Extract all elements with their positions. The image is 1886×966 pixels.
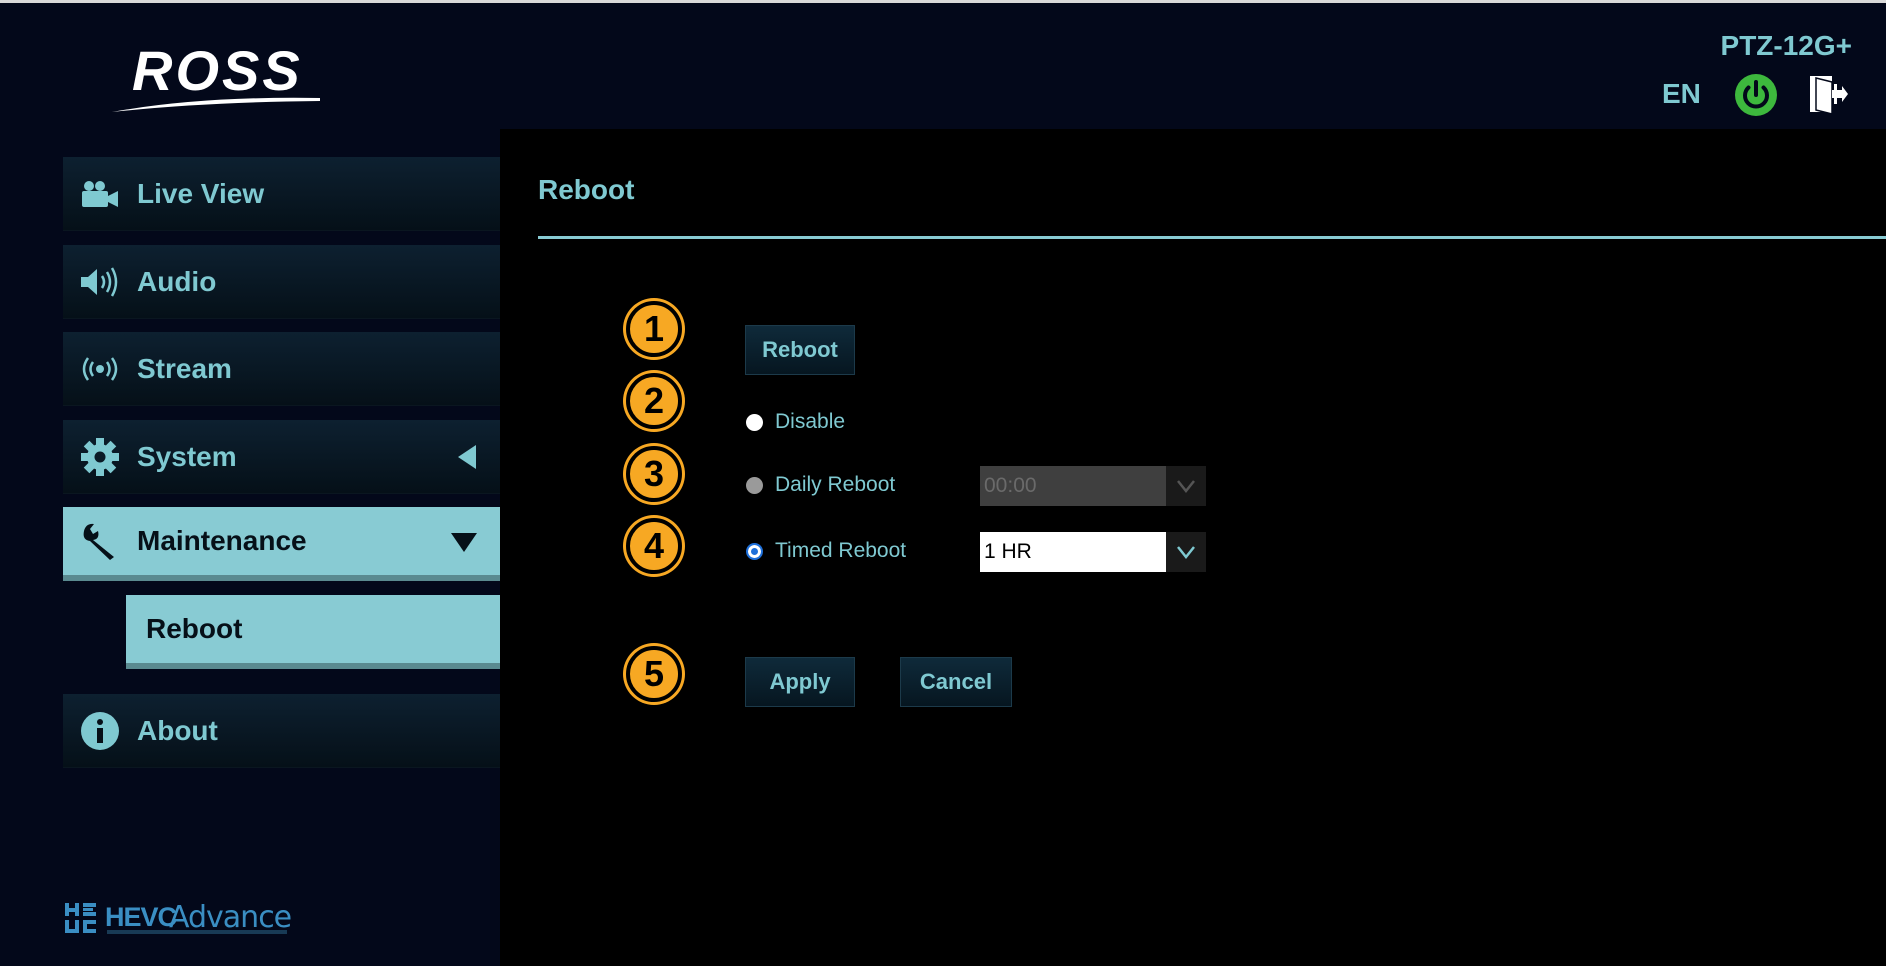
sidebar-item-label: Live View: [137, 177, 265, 209]
sidebar-item-system[interactable]: System: [63, 420, 500, 494]
hevc-text: HEVC: [105, 902, 177, 932]
sidebar-item-label: System: [137, 440, 237, 472]
caret-down-icon: [451, 533, 477, 552]
daily-reboot-label: Daily Reboot: [775, 473, 896, 496]
disable-radio[interactable]: [746, 413, 763, 431]
daily-time-select[interactable]: 00:00: [980, 466, 1206, 506]
cancel-button[interactable]: Cancel: [900, 657, 1012, 707]
video-camera-icon: [79, 173, 121, 215]
disable-label: Disable: [775, 410, 846, 433]
logo-swoosh: [112, 97, 320, 112]
sidebar-item-maintenance[interactable]: Maintenance: [63, 507, 500, 581]
caret-left-icon: [458, 445, 476, 469]
reboot-button[interactable]: Reboot: [745, 325, 855, 375]
logout-icon[interactable]: [1806, 72, 1850, 116]
header-bar: [500, 3, 1886, 129]
sidebar-item-audio[interactable]: Audio: [63, 245, 500, 319]
timed-reboot-option[interactable]: Timed Reboot: [746, 539, 906, 563]
step-badge-5: 5: [626, 646, 682, 702]
sidebar-item-label: About: [137, 714, 218, 746]
hevc-logo-mark: [65, 903, 96, 933]
sidebar-subitem-reboot[interactable]: Reboot: [126, 595, 500, 669]
page-title: Reboot: [538, 174, 635, 205]
gear-icon: [79, 436, 121, 478]
timed-interval-value: 1 HR: [980, 532, 1166, 572]
daily-reboot-option[interactable]: Daily Reboot: [746, 473, 895, 497]
model-name: PTZ-12G+: [1720, 30, 1852, 61]
info-icon: [79, 710, 121, 752]
timed-reboot-radio[interactable]: [746, 542, 763, 560]
daily-time-value: 00:00: [980, 466, 1166, 506]
step-badge-2: 2: [626, 373, 682, 429]
step-badge-4: 4: [626, 518, 682, 574]
title-divider: [538, 236, 1886, 239]
timed-reboot-label: Timed Reboot: [775, 539, 907, 562]
disable-option[interactable]: Disable: [746, 410, 845, 434]
apply-button[interactable]: Apply: [745, 657, 855, 707]
broadcast-icon: [79, 348, 121, 390]
step-badge-3: 3: [626, 446, 682, 502]
sidebar-item-stream[interactable]: Stream: [63, 332, 500, 406]
logo-tagline: [107, 930, 287, 934]
sidebar-item-label: Maintenance: [137, 525, 307, 556]
sidebar-subitem-label: Reboot: [146, 613, 243, 644]
ross-logo: ROSS: [110, 36, 325, 116]
step-badge-1: 1: [626, 301, 682, 357]
sidebar-item-label: Stream: [137, 352, 232, 384]
daily-reboot-radio[interactable]: [746, 476, 763, 494]
sidebar-item-about[interactable]: About: [63, 694, 500, 768]
timed-interval-select[interactable]: 1 HR: [980, 532, 1206, 572]
speaker-icon: [79, 261, 121, 303]
power-icon[interactable]: [1734, 73, 1778, 117]
wrench-icon: [79, 520, 121, 562]
chevron-down-icon: [1166, 466, 1206, 506]
sidebar-item-live-view[interactable]: Live View: [63, 157, 500, 231]
language-selector[interactable]: EN: [1662, 78, 1701, 110]
sidebar-item-label: Audio: [137, 265, 217, 297]
hevc-advance-logo: HEVC Advance: [63, 900, 303, 940]
chevron-down-icon: [1166, 532, 1206, 572]
